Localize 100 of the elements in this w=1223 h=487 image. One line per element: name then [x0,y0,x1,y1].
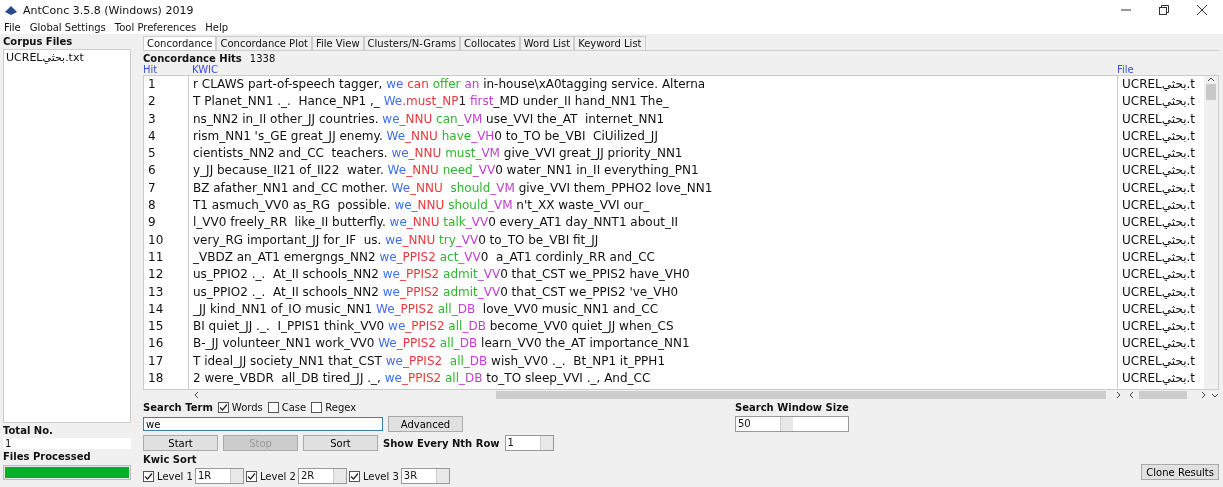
action-button[interactable]: Sort [303,435,378,451]
checkbox-label: Level 2 [259,470,296,482]
panel-title: Corpus Files [3,36,74,47]
column-header[interactable]: KWIC [192,64,1117,75]
hit-number: 13 [147,283,165,301]
hit-count: 1338 [249,53,276,64]
kwic-line: l_VV0 freely_RR like_II butterfly. we_NNU talk_VV0 every_AT1 day_NNT1 about_II [192,214,680,232]
scroll-right-icon[interactable] [1199,391,1207,399]
hit-number: 8 [147,197,157,215]
spin-field[interactable]: 2R [297,468,347,484]
file-cell-text: UCRELبحثي.t [1121,110,1197,128]
spin-field[interactable]: 50 [735,416,849,432]
checkbox-label: Words [231,402,263,413]
checkbox[interactable] [245,470,257,482]
checkbox-label: Level 1 [157,470,193,482]
kwic-line: T ideal_JJ society_NN1 that_CST we_PPIS2 all_DB wish_VV0 ._. Bt_NP1 it_PPH1 [192,352,666,370]
file-cell-text: UCRELبحثي.t [1121,335,1197,353]
hit-number: 12 [147,266,165,284]
file-cell-text: UCRELبحثي.t [1121,352,1197,370]
tab[interactable]: Concordance Plot [216,36,312,50]
column-header[interactable]: Hit [143,64,192,75]
kwic-line: r CLAWS part-of-speech tagger, we can offer an in-house\xA0tagging service. Alterna [192,76,707,93]
checkbox[interactable] [143,470,154,482]
hit-number: 3 [147,110,157,128]
hit-number: 18 [147,370,165,388]
spin-field[interactable]: 1 [504,435,554,451]
tab[interactable]: Collocates [460,36,520,50]
total-field: 1 [3,438,131,449]
hit-number: 17 [147,352,165,370]
scrollbar-thumb[interactable] [496,391,1106,399]
checkbox[interactable] [217,402,229,413]
kwic-line: y_JJ because_II21 of_II22 water. We_NNU need_VV0 water_NN1 in_II everything_PN1 [192,162,700,180]
hit-number: 5 [147,145,157,163]
kwic-line: very_RG important_JJ for_IF us. we_NNU try_VV0 to_TO be_VBI fit_JJ [192,231,600,249]
file-cell-text: UCRELبحثي.t [1121,248,1197,266]
file-cell-text: UCRELبحثي.t [1121,266,1197,284]
tab[interactable]: File View [311,36,364,50]
label: Files Processed [3,451,92,462]
kwic-line: BI quiet_JJ ._. I_PPIS1 think_VV0 we_PPIS2 all_DB become_VV0 quiet_JJ when_CS [192,318,675,336]
kwic-line: B-_JJ volunteer_NN1 work_VV0 We_PPIS2 all_DB learn_VV0 the_AT importance_NN1 [192,335,691,353]
file-cell-text: UCRELبحثي.t [1121,370,1197,388]
file-item[interactable]: UCRELبحثي.txt [6,51,128,64]
kwic-line: 2 were_VBDR all_DB tired_JJ ._, we_PPIS2 all_DB to_TO sleep_VVI ._, And_CC [192,370,652,388]
clone-results-button[interactable]: Clone Results [1141,464,1219,480]
file-cell-text: UCRELبحثي.t [1121,300,1197,318]
kwic-line: BZ afather_NN1 and_CC mother. We_NNU should_VM give_VVI them_PPHO2 love_NN1 [192,179,714,197]
tab[interactable]: Keyword List [574,36,646,50]
file-cell-text: UCRELبحثي.t [1121,231,1197,249]
advanced-button[interactable]: Advanced [388,416,463,432]
hit-number: 7 [147,179,157,197]
hit-number: 6 [147,162,157,180]
checkbox-label: Regex [325,402,357,413]
column-header[interactable]: File [1117,64,1219,75]
hit-number: 15 [147,318,165,336]
hit-number: 2 [147,93,157,111]
label: Kwic Sort [143,454,198,465]
tab[interactable]: Concordance [143,36,217,50]
spin-field[interactable]: 1R [194,468,244,484]
action-button[interactable]: Start [143,435,218,451]
checkbox[interactable] [348,470,360,482]
checkbox-label: Level 3 [362,470,399,482]
menu-item[interactable]: File [4,21,21,33]
scrollbar-thumb[interactable] [1206,84,1216,100]
hit-number: 9 [147,214,157,232]
file-cell-text: UCRELبحثي.t [1121,214,1197,232]
label: Concordance Hits [143,53,242,64]
kwic-line: _JJ kind_NN1 of_IO music_NN1 We_PPIS2 all_DB love_VV0 music_NN1 and_CC [192,300,660,318]
file-cell-text: UCRELبحثي.t [1121,127,1197,145]
restore-icon[interactable] [1159,5,1169,15]
file-cell-text: UCRELبحثي.t [1121,197,1197,215]
label: Total No. [3,425,54,436]
menu-item[interactable]: Global Settings [29,21,106,33]
scroll-right-icon[interactable] [1114,391,1122,399]
scroll-left-icon[interactable] [193,391,201,399]
scroll-left-icon[interactable] [1128,391,1136,399]
menu-item[interactable]: Help [205,21,229,33]
file-cell-text: UCRELبحثي.t [1121,93,1197,111]
checkbox[interactable] [311,402,323,413]
kwic-line: us_PPIO2 ._. At_II schools_NN2 we_PPIS2 admit_VV0 that_CST we_PPIS2 've_VH0 [192,283,680,301]
hit-number: 10 [147,231,165,249]
file-cell-text: UCRELبحثي.t [1121,318,1197,336]
label: Search Window Size [735,402,849,413]
kwic-line: ns_NN2 in_II other_JJ countries. we_NNU can_VM use_VVI the_AT internet_NN1 [192,110,666,128]
menu-item[interactable]: Tool Preferences [114,21,197,33]
file-cell-text: UCRELبحثي.t [1121,145,1197,163]
scroll-up-icon[interactable] [1207,76,1215,82]
checkbox-label: Case [281,402,307,413]
kwic-line: T Planet_NN1 ._. Hance_NP1 ,_ We.must_NP1 first_MD under_II hand_NN1 The_ [192,93,670,111]
label: Search Term [143,402,213,413]
scrollbar-thumb[interactable] [1139,391,1187,399]
file-cell-text: UCRELبحثي.t [1121,162,1197,180]
scroll-down-icon[interactable] [1211,391,1219,399]
label: Show Every Nth Row [383,437,500,449]
hit-number: 16 [147,335,165,353]
tab[interactable]: Word List [519,36,575,50]
spin-field[interactable]: 3R [400,468,450,484]
close-icon[interactable] [1197,5,1207,15]
search-field[interactable]: we [143,417,383,431]
checkbox[interactable] [267,402,279,413]
tab[interactable]: Clusters/N-Grams [363,36,461,50]
